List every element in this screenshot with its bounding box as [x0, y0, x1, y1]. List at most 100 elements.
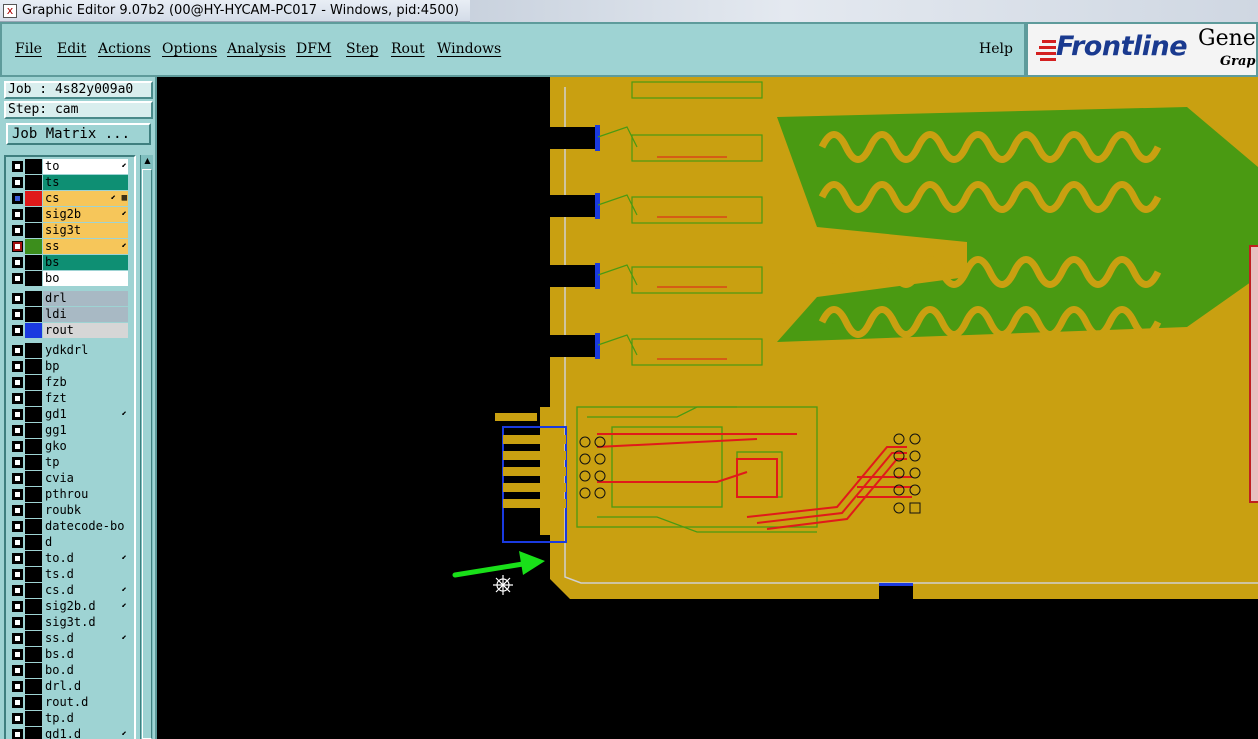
layer-color-swatch[interactable] [25, 471, 42, 486]
layer-name[interactable]: gg1 [43, 423, 128, 438]
layer-checkbox[interactable] [12, 177, 23, 188]
layer-checkbox[interactable] [12, 473, 23, 484]
layer-checkbox[interactable] [12, 193, 23, 204]
layer-checkbox[interactable] [12, 393, 23, 404]
layer-checkbox[interactable] [12, 569, 23, 580]
layer-row-drl-d[interactable]: drl.d [8, 679, 128, 694]
layer-color-swatch[interactable] [25, 239, 42, 254]
layer-row-ldi[interactable]: ldi [8, 307, 128, 322]
layer-color-swatch[interactable] [25, 423, 42, 438]
layer-name[interactable]: ydkdrl [43, 343, 128, 358]
layer-checkbox[interactable] [12, 553, 23, 564]
layer-row-gd1[interactable]: gd1 ⬋ [8, 407, 128, 422]
layer-list[interactable]: to ⬋ ts cs ⬋ ▦ sig2b ⬋ sig3t ss ⬋ bs bo drl ldi rout yd… [4, 155, 136, 739]
layer-color-swatch[interactable] [25, 359, 42, 374]
menu-options[interactable]: Options [162, 41, 217, 57]
layer-row-gg1[interactable]: gg1 [8, 423, 128, 438]
layer-checkbox[interactable] [12, 521, 23, 532]
layer-color-swatch[interactable] [25, 695, 42, 710]
scroll-up-icon[interactable]: ▲ [142, 155, 153, 167]
layer-color-swatch[interactable] [25, 375, 42, 390]
layer-name[interactable]: rout [43, 323, 128, 338]
layer-checkbox[interactable] [12, 633, 23, 644]
layer-checkbox[interactable] [12, 309, 23, 320]
layer-row-tp-d[interactable]: tp.d [8, 711, 128, 726]
layer-row-sig2b[interactable]: sig2b ⬋ [8, 207, 128, 222]
layer-row-bo-d[interactable]: bo.d [8, 663, 128, 678]
menu-file[interactable]: File [15, 41, 42, 57]
layer-checkbox[interactable] [12, 257, 23, 268]
layer-checkbox[interactable] [12, 681, 23, 692]
layer-row-fzt[interactable]: fzt [8, 391, 128, 406]
x-window-icon[interactable]: x [3, 4, 17, 18]
layer-color-swatch[interactable] [25, 679, 42, 694]
layer-color-swatch[interactable] [25, 583, 42, 598]
layer-row-sig2b-d[interactable]: sig2b.d ⬋ [8, 599, 128, 614]
layer-color-swatch[interactable] [25, 223, 42, 238]
layer-color-swatch[interactable] [25, 255, 42, 270]
graphic-canvas[interactable] [157, 77, 1258, 739]
layer-row-ss[interactable]: ss ⬋ [8, 239, 128, 254]
layer-name[interactable]: ts [43, 175, 128, 190]
layer-name[interactable]: tp.d [43, 711, 128, 726]
layer-color-swatch[interactable] [25, 323, 42, 338]
layer-color-swatch[interactable] [25, 711, 42, 726]
layer-color-swatch[interactable] [25, 391, 42, 406]
menu-dfm[interactable]: DFM [296, 41, 331, 57]
layer-color-swatch[interactable] [25, 487, 42, 502]
layer-name[interactable]: ss ⬋ [43, 239, 128, 254]
layer-name[interactable]: bo.d [43, 663, 128, 678]
layer-row-pthrou[interactable]: pthrou [8, 487, 128, 502]
job-matrix-button[interactable]: Job Matrix ... [6, 123, 151, 145]
layer-name[interactable]: sig3t [43, 223, 128, 238]
layer-color-swatch[interactable] [25, 519, 42, 534]
layer-name[interactable]: tp [43, 455, 128, 470]
layer-checkbox[interactable] [12, 441, 23, 452]
layer-name[interactable]: drl [43, 291, 128, 306]
layer-name[interactable]: roubk [43, 503, 128, 518]
layer-row-sig3t-d[interactable]: sig3t.d [8, 615, 128, 630]
layer-row-fzb[interactable]: fzb [8, 375, 128, 390]
layer-color-swatch[interactable] [25, 207, 42, 222]
layer-color-swatch[interactable] [25, 503, 42, 518]
layer-row-bs[interactable]: bs [8, 255, 128, 270]
layer-color-swatch[interactable] [25, 647, 42, 662]
layer-color-swatch[interactable] [25, 407, 42, 422]
layer-checkbox[interactable] [12, 425, 23, 436]
layer-checkbox[interactable] [12, 409, 23, 420]
layer-checkbox[interactable] [12, 161, 23, 172]
layer-row-ss-d[interactable]: ss.d ⬋ [8, 631, 128, 646]
layer-name[interactable]: to.d ⬋ [43, 551, 128, 566]
layer-name[interactable]: ldi [43, 307, 128, 322]
layer-row-to[interactable]: to ⬋ [8, 159, 128, 174]
layer-row-sig3t[interactable]: sig3t [8, 223, 128, 238]
layer-checkbox[interactable] [12, 457, 23, 468]
layer-row-rout[interactable]: rout [8, 323, 128, 338]
layer-color-swatch[interactable] [25, 535, 42, 550]
layer-checkbox[interactable] [12, 601, 23, 612]
layer-checkbox[interactable] [12, 697, 23, 708]
layer-name[interactable]: fzb [43, 375, 128, 390]
layer-color-swatch[interactable] [25, 291, 42, 306]
layer-name[interactable]: cs ⬋ ▦ [43, 191, 128, 206]
layer-color-swatch[interactable] [25, 191, 42, 206]
menu-analysis[interactable]: Analysis [227, 41, 286, 57]
menu-step[interactable]: Step [346, 41, 378, 57]
layer-color-swatch[interactable] [25, 615, 42, 630]
layer-row-rout-d[interactable]: rout.d [8, 695, 128, 710]
layer-row-roubk[interactable]: roubk [8, 503, 128, 518]
menu-rout[interactable]: Rout [391, 41, 425, 57]
layer-row-ts[interactable]: ts [8, 175, 128, 190]
layer-color-swatch[interactable] [25, 159, 42, 174]
layer-row-gko[interactable]: gko [8, 439, 128, 454]
layer-checkbox[interactable] [12, 537, 23, 548]
layer-checkbox[interactable] [12, 729, 23, 739]
menu-windows[interactable]: Windows [437, 41, 501, 57]
layer-checkbox[interactable] [12, 273, 23, 284]
layer-row-d[interactable]: d [8, 535, 128, 550]
layer-color-swatch[interactable] [25, 439, 42, 454]
layer-row-cvia[interactable]: cvia [8, 471, 128, 486]
layer-name[interactable]: gd1.d ⬋ [43, 727, 128, 739]
layer-row-cs-d[interactable]: cs.d ⬋ [8, 583, 128, 598]
layer-color-swatch[interactable] [25, 307, 42, 322]
